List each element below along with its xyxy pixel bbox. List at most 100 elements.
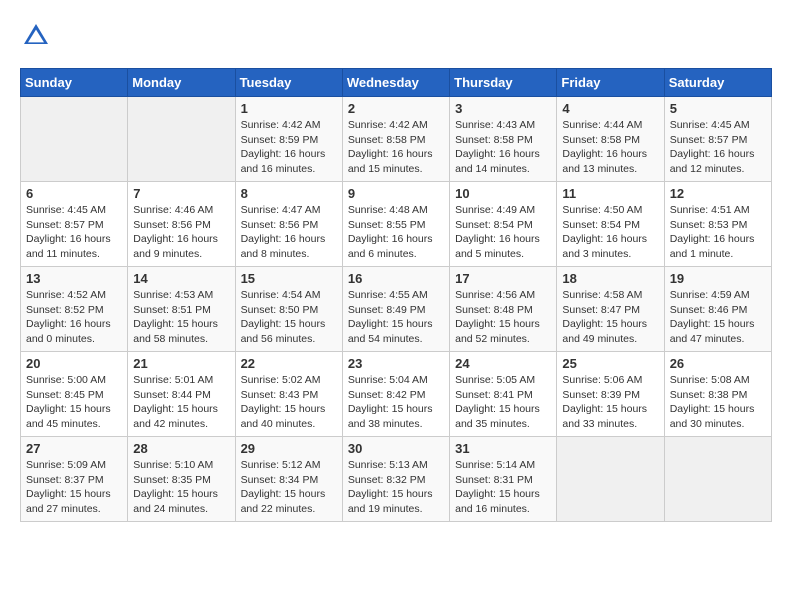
day-info: Sunrise: 4:42 AM Sunset: 8:59 PM Dayligh… (241, 118, 337, 177)
day-cell: 26 Sunrise: 5:08 AM Sunset: 8:38 PM Dayli… (664, 352, 771, 437)
day-number: 19 (670, 271, 766, 286)
day-cell: 20 Sunrise: 5:00 AM Sunset: 8:45 PM Dayli… (21, 352, 128, 437)
day-number: 26 (670, 356, 766, 371)
day-number: 5 (670, 101, 766, 116)
day-cell: 8Sunrise: 4:47 AM Sunset: 8:56 PM Daylig… (235, 182, 342, 267)
day-info: Sunrise: 5:04 AM Sunset: 8:42 PM Dayligh… (348, 373, 444, 432)
day-number: 3 (455, 101, 551, 116)
day-number: 31 (455, 441, 551, 456)
day-info: Sunrise: 5:08 AM Sunset: 8:38 PM Dayligh… (670, 373, 766, 432)
day-cell (128, 97, 235, 182)
week-row-4: 20 Sunrise: 5:00 AM Sunset: 8:45 PM Dayli… (21, 352, 772, 437)
day-header-friday: Friday (557, 69, 664, 97)
day-info: Sunrise: 4:49 AM Sunset: 8:54 PM Dayligh… (455, 203, 551, 262)
day-info: Sunrise: 4:59 AM Sunset: 8:46 PM Dayligh… (670, 288, 766, 347)
day-cell: 6 Sunrise: 4:45 AM Sunset: 8:57 PM Daylig… (21, 182, 128, 267)
day-number: 17 (455, 271, 551, 286)
day-number: 15 (241, 271, 337, 286)
day-cell (21, 97, 128, 182)
logo (20, 20, 56, 52)
day-number: 13 (26, 271, 122, 286)
day-number: 29 (241, 441, 337, 456)
day-number: 10 (455, 186, 551, 201)
day-header-saturday: Saturday (664, 69, 771, 97)
day-info: Sunrise: 4:43 AM Sunset: 8:58 PM Dayligh… (455, 118, 551, 177)
day-info: Sunrise: 4:45 AM Sunset: 8:57 PM Dayligh… (26, 203, 122, 262)
day-header-thursday: Thursday (450, 69, 557, 97)
day-cell: 28 Sunrise: 5:10 AM Sunset: 8:35 PM Dayli… (128, 437, 235, 522)
week-row-3: 13 Sunrise: 4:52 AM Sunset: 8:52 PM Dayli… (21, 267, 772, 352)
day-cell: 3 Sunrise: 4:43 AM Sunset: 8:58 PM Daylig… (450, 97, 557, 182)
day-info: Sunrise: 5:10 AM Sunset: 8:35 PM Dayligh… (133, 458, 229, 517)
day-cell: 18 Sunrise: 4:58 AM Sunset: 8:47 PM Dayli… (557, 267, 664, 352)
day-number: 11 (562, 186, 658, 201)
day-cell: 23Sunrise: 5:04 AM Sunset: 8:42 PM Dayli… (342, 352, 449, 437)
day-cell: 29 Sunrise: 5:12 AM Sunset: 8:34 PM Dayli… (235, 437, 342, 522)
day-cell (557, 437, 664, 522)
day-info: Sunrise: 4:54 AM Sunset: 8:50 PM Dayligh… (241, 288, 337, 347)
week-row-1: 1 Sunrise: 4:42 AM Sunset: 8:59 PM Daylig… (21, 97, 772, 182)
day-info: Sunrise: 5:05 AM Sunset: 8:41 PM Dayligh… (455, 373, 551, 432)
day-number: 2 (348, 101, 444, 116)
day-info: Sunrise: 4:47 AM Sunset: 8:56 PM Dayligh… (241, 203, 337, 262)
day-info: Sunrise: 4:53 AM Sunset: 8:51 PM Dayligh… (133, 288, 229, 347)
day-cell: 19 Sunrise: 4:59 AM Sunset: 8:46 PM Dayli… (664, 267, 771, 352)
day-cell: 17 Sunrise: 4:56 AM Sunset: 8:48 PM Dayli… (450, 267, 557, 352)
day-cell: 25 Sunrise: 5:06 AM Sunset: 8:39 PM Dayli… (557, 352, 664, 437)
day-info: Sunrise: 4:58 AM Sunset: 8:47 PM Dayligh… (562, 288, 658, 347)
day-header-wednesday: Wednesday (342, 69, 449, 97)
day-cell: 12 Sunrise: 4:51 AM Sunset: 8:53 PM Dayli… (664, 182, 771, 267)
day-number: 6 (26, 186, 122, 201)
day-number: 16 (348, 271, 444, 286)
day-info: Sunrise: 4:45 AM Sunset: 8:57 PM Dayligh… (670, 118, 766, 177)
day-info: Sunrise: 4:56 AM Sunset: 8:48 PM Dayligh… (455, 288, 551, 347)
day-info: Sunrise: 4:51 AM Sunset: 8:53 PM Dayligh… (670, 203, 766, 262)
day-cell: 13 Sunrise: 4:52 AM Sunset: 8:52 PM Dayli… (21, 267, 128, 352)
day-info: Sunrise: 4:48 AM Sunset: 8:55 PM Dayligh… (348, 203, 444, 262)
day-number: 20 (26, 356, 122, 371)
day-info: Sunrise: 4:52 AM Sunset: 8:52 PM Dayligh… (26, 288, 122, 347)
day-cell: 24 Sunrise: 5:05 AM Sunset: 8:41 PM Dayli… (450, 352, 557, 437)
calendar: SundayMondayTuesdayWednesdayThursdayFrid… (20, 68, 772, 522)
day-info: Sunrise: 5:01 AM Sunset: 8:44 PM Dayligh… (133, 373, 229, 432)
day-cell: 14 Sunrise: 4:53 AM Sunset: 8:51 PM Dayli… (128, 267, 235, 352)
day-cell: 5 Sunrise: 4:45 AM Sunset: 8:57 PM Daylig… (664, 97, 771, 182)
day-info: Sunrise: 4:42 AM Sunset: 8:58 PM Dayligh… (348, 118, 444, 177)
day-cell: 22Sunrise: 5:02 AM Sunset: 8:43 PM Dayli… (235, 352, 342, 437)
day-cell (664, 437, 771, 522)
day-number: 9 (348, 186, 444, 201)
day-info: Sunrise: 4:46 AM Sunset: 8:56 PM Dayligh… (133, 203, 229, 262)
day-number: 28 (133, 441, 229, 456)
day-cell: 11 Sunrise: 4:50 AM Sunset: 8:54 PM Dayli… (557, 182, 664, 267)
day-number: 4 (562, 101, 658, 116)
day-cell: 10 Sunrise: 4:49 AM Sunset: 8:54 PM Dayli… (450, 182, 557, 267)
day-cell: 2 Sunrise: 4:42 AM Sunset: 8:58 PM Daylig… (342, 97, 449, 182)
day-number: 12 (670, 186, 766, 201)
day-info: Sunrise: 5:00 AM Sunset: 8:45 PM Dayligh… (26, 373, 122, 432)
day-cell: 4 Sunrise: 4:44 AM Sunset: 8:58 PM Daylig… (557, 97, 664, 182)
day-number: 21 (133, 356, 229, 371)
day-number: 24 (455, 356, 551, 371)
day-number: 7 (133, 186, 229, 201)
day-number: 14 (133, 271, 229, 286)
logo-icon (20, 20, 52, 52)
day-cell: 30 Sunrise: 5:13 AM Sunset: 8:32 PM Dayli… (342, 437, 449, 522)
day-cell: 15 Sunrise: 4:54 AM Sunset: 8:50 PM Dayli… (235, 267, 342, 352)
day-info: Sunrise: 5:12 AM Sunset: 8:34 PM Dayligh… (241, 458, 337, 517)
day-number: 30 (348, 441, 444, 456)
day-info: Sunrise: 5:06 AM Sunset: 8:39 PM Dayligh… (562, 373, 658, 432)
day-info: Sunrise: 4:55 AM Sunset: 8:49 PM Dayligh… (348, 288, 444, 347)
day-info: Sunrise: 4:44 AM Sunset: 8:58 PM Dayligh… (562, 118, 658, 177)
day-number: 22 (241, 356, 337, 371)
day-info: Sunrise: 5:13 AM Sunset: 8:32 PM Dayligh… (348, 458, 444, 517)
day-header-tuesday: Tuesday (235, 69, 342, 97)
day-header-sunday: Sunday (21, 69, 128, 97)
day-info: Sunrise: 5:09 AM Sunset: 8:37 PM Dayligh… (26, 458, 122, 517)
page-header (20, 20, 772, 52)
day-number: 18 (562, 271, 658, 286)
week-row-2: 6 Sunrise: 4:45 AM Sunset: 8:57 PM Daylig… (21, 182, 772, 267)
day-number: 25 (562, 356, 658, 371)
day-number: 1 (241, 101, 337, 116)
week-row-5: 27Sunrise: 5:09 AM Sunset: 8:37 PM Dayli… (21, 437, 772, 522)
day-info: Sunrise: 4:50 AM Sunset: 8:54 PM Dayligh… (562, 203, 658, 262)
